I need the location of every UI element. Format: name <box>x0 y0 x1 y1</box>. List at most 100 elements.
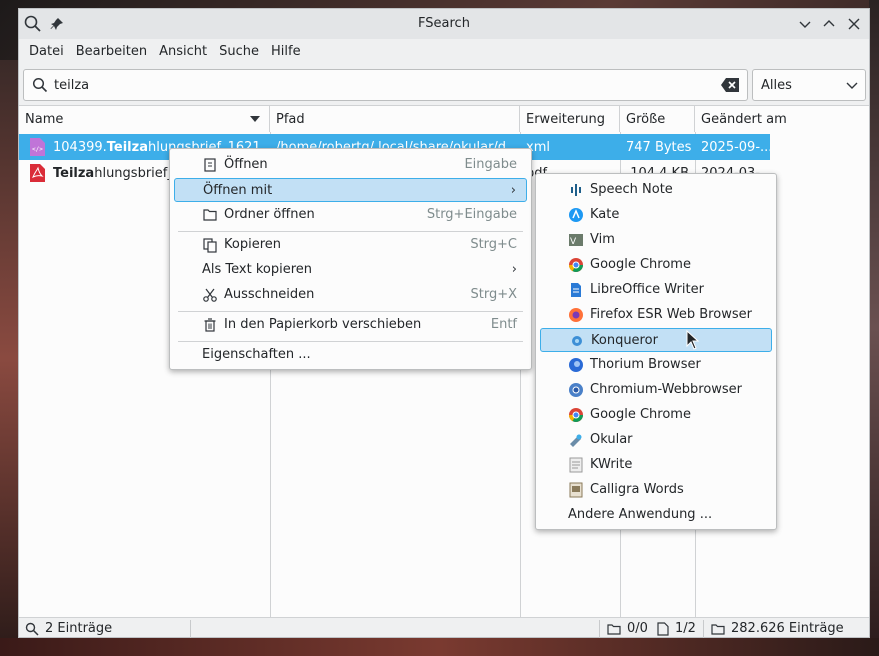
writer-icon <box>571 283 581 297</box>
status-files: 1/2 <box>657 621 696 636</box>
konqueror-icon <box>572 336 582 346</box>
search-query: teilza <box>54 78 90 93</box>
search-icon <box>32 77 48 93</box>
menu-item-copy-shortcut: Strg+C <box>470 237 517 252</box>
calligra-icon <box>569 482 583 498</box>
app-label: KWrite <box>590 457 633 472</box>
row-ext-cell: xml <box>526 140 550 155</box>
menu-datei[interactable]: Datei <box>23 40 70 64</box>
window-title: FSearch <box>418 16 470 31</box>
column-header-modified[interactable]: Geändert am <box>695 106 869 132</box>
close-button[interactable] <box>844 14 864 34</box>
status-entries-text: 2 Einträge <box>45 621 113 636</box>
app-item-okular[interactable]: Okular <box>540 428 772 452</box>
menu-item-cut[interactable]: Ausschneiden Strg+X <box>174 283 527 307</box>
app-item-chromium[interactable]: Chromium-Webbrowser <box>540 378 772 402</box>
row-name-rest: hlungsbrief_ <box>94 166 174 181</box>
speech-note-icon <box>571 184 581 196</box>
app-item-speech-note[interactable]: Speech Note <box>540 178 772 202</box>
filter-dropdown[interactable]: Alles <box>752 69 866 101</box>
column-ext-label: Erweiterung <box>526 112 605 127</box>
database-folder-icon <box>711 623 725 635</box>
column-header-size[interactable]: Größe <box>620 106 695 132</box>
menu-item-open-with[interactable]: Öffnen mit › <box>174 178 527 202</box>
menu-item-open[interactable]: Öffnen Eingabe <box>174 153 527 177</box>
menu-item-trash[interactable]: In den Papierkorb verschieben Entf <box>174 313 527 337</box>
search-input[interactable]: teilza <box>23 69 748 101</box>
column-header-path[interactable]: Pfad <box>270 106 520 132</box>
filter-value: Alles <box>761 78 792 93</box>
chrome-icon <box>569 408 583 422</box>
xml-file-icon: </> <box>30 138 45 156</box>
kate-icon <box>569 208 583 222</box>
clear-search-icon[interactable] <box>721 78 739 92</box>
app-label: Kate <box>590 207 620 222</box>
app-item-libreoffice-writer[interactable]: LibreOffice Writer <box>540 278 772 302</box>
open-icon <box>204 158 216 172</box>
app-item-vim[interactable]: V Vim <box>540 228 772 252</box>
menu-item-copy[interactable]: Kopieren Strg+C <box>174 233 527 257</box>
app-item-calligra-words[interactable]: Calligra Words <box>540 478 772 502</box>
menu-ansicht[interactable]: Ansicht <box>153 40 213 64</box>
menu-item-trash-label: In den Papierkorb verschieben <box>224 317 422 332</box>
other-application-label: Andere Anwendung ... <box>568 507 713 522</box>
row-name-match: Teilza <box>53 166 95 181</box>
context-menu: Öffnen Eingabe Öffnen mit › Ordner öffne… <box>169 148 532 370</box>
status-entries: 2 Einträge <box>25 621 112 636</box>
app-item-google-chrome-2[interactable]: Google Chrome <box>540 403 772 427</box>
app-label: Google Chrome <box>590 407 691 422</box>
sort-down-icon <box>250 116 260 122</box>
okular-icon <box>570 434 582 447</box>
trash-icon <box>204 318 216 332</box>
folder-icon <box>607 623 621 635</box>
menu-item-open-folder-label: Ordner öffnen <box>224 207 315 222</box>
folder-icon <box>203 209 217 221</box>
row-name-match: Teilza <box>106 140 148 155</box>
svg-text:V: V <box>570 237 577 247</box>
menu-suche[interactable]: Suche <box>213 40 265 64</box>
kwrite-icon <box>569 457 583 473</box>
minimize-button[interactable] <box>795 14 815 34</box>
menu-item-other-application[interactable]: Andere Anwendung ... <box>540 503 772 527</box>
thorium-icon <box>569 358 583 372</box>
menu-item-open-folder[interactable]: Ordner öffnen Strg+Eingabe <box>174 203 527 227</box>
maximize-button[interactable] <box>819 14 839 34</box>
status-total: 282.626 Einträge <box>711 621 844 636</box>
menu-item-open-label: Öffnen <box>224 157 268 172</box>
status-folders: 0/0 <box>607 621 648 636</box>
chevron-right-icon: › <box>510 183 516 198</box>
chevron-right-icon: › <box>511 262 517 277</box>
chromium-icon <box>569 383 583 397</box>
status-files-text: 1/2 <box>675 621 696 636</box>
app-item-kwrite[interactable]: KWrite <box>540 453 772 477</box>
app-label: Firefox ESR Web Browser <box>590 307 752 322</box>
app-label: Okular <box>590 432 633 447</box>
row-modified-cell: 2025-09-... <box>701 140 770 155</box>
app-item-konqueror[interactable]: Konqueror <box>540 328 772 352</box>
column-header-extension[interactable]: Erweiterung <box>520 106 620 132</box>
status-folders-text: 0/0 <box>627 621 648 636</box>
app-item-thorium[interactable]: Thorium Browser <box>540 353 772 377</box>
menu-item-trash-shortcut: Entf <box>490 317 517 332</box>
title-bar: FSearch <box>19 9 869 39</box>
menu-item-copy-as-text-label: Als Text kopieren <box>202 262 313 277</box>
column-name-label: Name <box>25 112 64 127</box>
status-bar: 2 Einträge 0/0 1/2 282.626 Einträge <box>19 617 869 639</box>
row-name-prefix: 104399. <box>53 140 107 155</box>
app-label: Thorium Browser <box>590 357 701 372</box>
firefox-icon <box>569 308 583 322</box>
app-item-firefox-esr[interactable]: Firefox ESR Web Browser <box>540 303 772 327</box>
menu-item-copy-as-text[interactable]: Als Text kopieren › <box>174 258 527 282</box>
scissors-icon <box>203 288 217 302</box>
app-label: Google Chrome <box>590 257 691 272</box>
menu-item-open-with-label: Öffnen mit <box>203 183 273 198</box>
app-label: Calligra Words <box>590 482 684 497</box>
app-item-kate[interactable]: Kate <box>540 203 772 227</box>
column-header-name[interactable]: Name <box>19 106 270 132</box>
menu-hilfe[interactable]: Hilfe <box>265 40 307 64</box>
menu-item-cut-shortcut: Strg+X <box>470 287 517 302</box>
menu-item-properties[interactable]: Eigenschaften ... <box>174 343 527 367</box>
app-item-google-chrome[interactable]: Google Chrome <box>540 253 772 277</box>
chrome-icon <box>569 258 583 272</box>
menu-bearbeiten[interactable]: Bearbeiten <box>70 40 153 64</box>
